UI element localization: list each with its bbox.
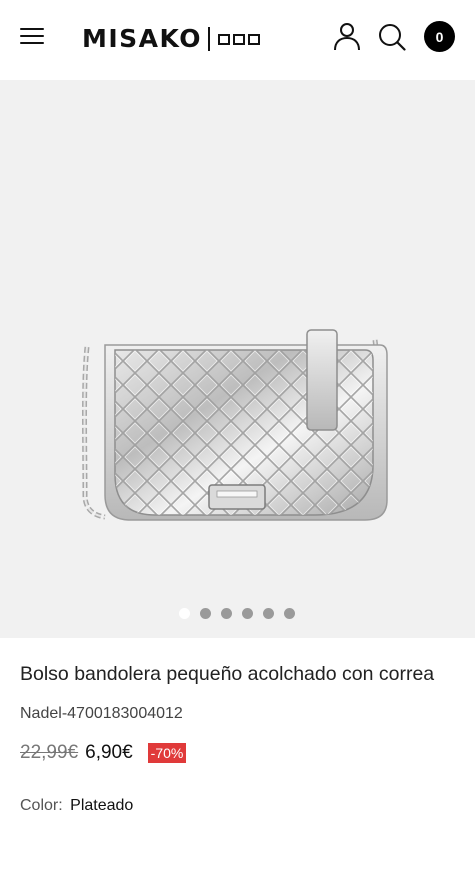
cart-count: 0: [435, 28, 444, 45]
gallery-dot[interactable]: [242, 608, 253, 619]
price-row: 22,99€ 6,90€ -70%: [20, 741, 460, 765]
gallery-dot[interactable]: [284, 608, 295, 619]
gallery-pagination: [179, 608, 295, 619]
product-image: [82, 329, 388, 521]
logo-boxes-icon: [217, 33, 260, 45]
gallery-dot[interactable]: [263, 608, 274, 619]
hamburger-line: [20, 35, 44, 37]
cart-button[interactable]: 0: [424, 21, 455, 52]
hamburger-line: [20, 28, 44, 30]
product-info: Bolso bandolera pequeño acolchado con co…: [20, 658, 460, 817]
product-image-gallery[interactable]: [0, 80, 475, 638]
search-icon[interactable]: [378, 23, 406, 51]
product-brand: Nadel: [20, 705, 62, 722]
discount-badge: -70%: [147, 743, 187, 763]
product-reference: 4700183004012: [67, 705, 183, 722]
old-price: 22,99€: [20, 742, 79, 763]
current-price: 6,90€: [85, 742, 133, 763]
color-row: Color: Plateado: [20, 795, 460, 817]
site-logo[interactable]: MISAKO: [82, 23, 260, 55]
gallery-dot[interactable]: [179, 608, 190, 619]
gallery-dot[interactable]: [200, 608, 211, 619]
product-title: Bolso bandolera pequeño acolchado con co…: [20, 663, 435, 685]
site-header: MISAKO 0: [0, 0, 475, 80]
product-meta: Nadel-4700183004012: [20, 703, 460, 725]
color-value: Plateado: [70, 797, 134, 814]
logo-divider: [208, 27, 210, 51]
user-account-icon[interactable]: [332, 22, 362, 52]
color-label: Color:: [20, 797, 63, 814]
hamburger-menu-icon[interactable]: [20, 28, 44, 46]
logo-text: MISAKO: [82, 24, 203, 53]
gallery-dot[interactable]: [221, 608, 232, 619]
hamburger-line: [20, 42, 44, 44]
